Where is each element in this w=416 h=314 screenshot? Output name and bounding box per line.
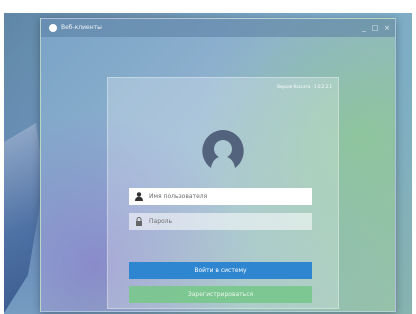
user-icon [135, 192, 143, 201]
username-input[interactable] [149, 188, 309, 205]
user-avatar-icon [202, 130, 244, 168]
app-icon [49, 24, 57, 32]
password-field [129, 213, 312, 230]
desktop-decoration [4, 123, 44, 313]
username-field [129, 188, 312, 205]
login-button[interactable]: Войти в систему [129, 262, 312, 279]
version-label: Версия Кассата · 1.0.2.2.1 [277, 84, 332, 89]
window-title: Веб-клиенты [61, 24, 102, 31]
desktop: Веб-клиенты _ □ × Версия Кассата · 1.0.2… [4, 13, 412, 314]
lock-icon [136, 217, 142, 226]
login-panel: Версия Кассата · 1.0.2.2.1 Войти в систе… [107, 77, 339, 309]
close-button[interactable]: × [382, 22, 392, 34]
minimize-button[interactable]: _ [359, 22, 369, 34]
password-input[interactable] [149, 213, 309, 230]
window-titlebar[interactable]: Веб-клиенты _ □ × [41, 19, 395, 37]
register-button[interactable]: Зарегистрироваться [129, 286, 312, 303]
maximize-button[interactable]: □ [370, 22, 380, 34]
app-window: Веб-клиенты _ □ × Версия Кассата · 1.0.2… [40, 18, 396, 312]
